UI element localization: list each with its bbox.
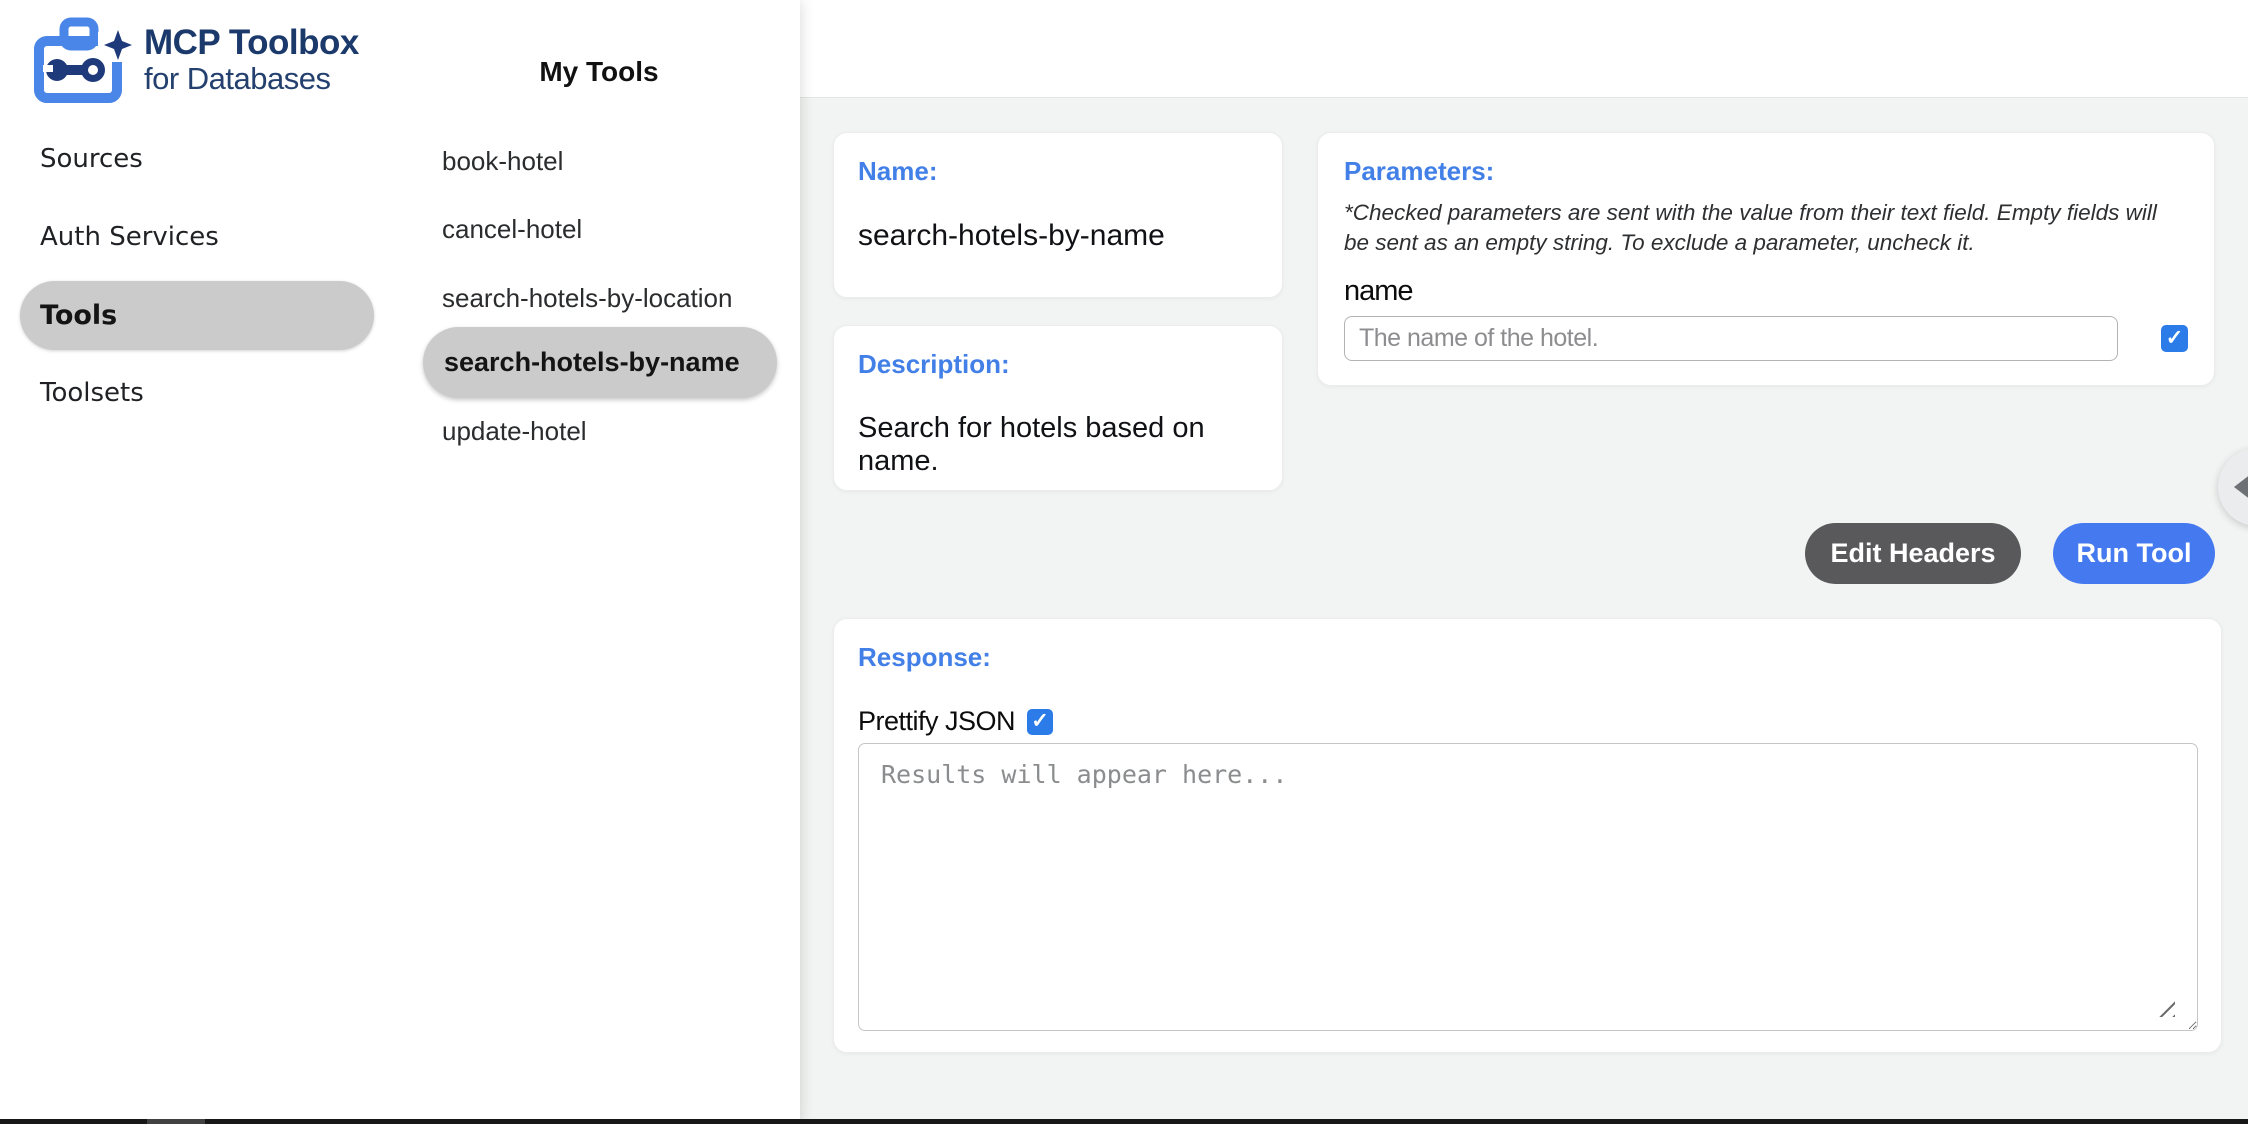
collapse-arrow-icon: [2234, 474, 2248, 500]
wrench-glyph: [43, 58, 105, 82]
run-tool-button[interactable]: Run Tool: [2053, 523, 2215, 584]
parameters-note: *Checked parameters are sent with the va…: [1344, 198, 2174, 258]
parameters-card: Parameters: *Checked parameters are sent…: [1317, 132, 2215, 386]
sidebar-item-tools[interactable]: Tools: [20, 281, 374, 350]
parameters-label: Parameters:: [1344, 156, 2188, 187]
tools-list-panel: My Tools book-hotel cancel-hotel search-…: [398, 0, 800, 1124]
response-card: Response: Prettify JSON: [833, 618, 2222, 1053]
tool-item-update-hotel[interactable]: update-hotel: [442, 416, 587, 447]
logo-title: MCP Toolbox: [144, 24, 359, 62]
tool-description-value: Search for hotels based on name.: [858, 412, 1258, 478]
parameter-name-checkbox[interactable]: [2161, 325, 2188, 352]
prettify-json-checkbox[interactable]: [1027, 709, 1053, 735]
app-logo: MCP Toolbox for Databases: [30, 14, 359, 106]
edit-headers-button[interactable]: Edit Headers: [1805, 523, 2021, 584]
tools-panel-title: My Tools: [398, 56, 800, 88]
bottom-scrollbar[interactable]: [0, 1119, 2248, 1124]
sidebar-item-toolsets[interactable]: Toolsets: [40, 378, 144, 408]
tool-name-value: search-hotels-by-name: [858, 219, 1258, 253]
parameter-name-input[interactable]: [1344, 316, 2118, 361]
name-card: Name: search-hotels-by-name: [833, 132, 1283, 298]
response-label: Response:: [858, 642, 2197, 673]
tool-item-cancel-hotel[interactable]: cancel-hotel: [442, 214, 582, 245]
sidebar-item-sources[interactable]: Sources: [40, 144, 143, 174]
tool-item-search-hotels-by-location[interactable]: search-hotels-by-location: [442, 283, 732, 314]
name-label: Name:: [858, 156, 1258, 187]
logo-subtitle: for Databases: [144, 62, 359, 95]
tool-item-book-hotel[interactable]: book-hotel: [442, 146, 563, 177]
sidebar: MCP Toolbox for Databases Sources Auth S…: [0, 0, 398, 1124]
top-bar: [800, 0, 2248, 98]
main-content: Name: search-hotels-by-name Description:…: [800, 0, 2248, 1124]
sidebar-item-auth-services[interactable]: Auth Services: [40, 222, 219, 252]
prettify-json-label: Prettify JSON: [858, 706, 1015, 737]
response-textarea[interactable]: [858, 743, 2198, 1031]
app-window: MCP Toolbox for Databases Sources Auth S…: [0, 0, 2248, 1124]
toolbox-icon: [30, 14, 134, 106]
panel-collapse-handle[interactable]: [2218, 448, 2248, 526]
description-card: Description: Search for hotels based on …: [833, 325, 1283, 491]
description-label: Description:: [858, 349, 1258, 380]
parameter-name-label: name: [1344, 275, 2188, 308]
bottom-scrollbar-thumb[interactable]: [147, 1119, 205, 1124]
tool-item-search-hotels-by-name[interactable]: search-hotels-by-name: [423, 327, 777, 398]
